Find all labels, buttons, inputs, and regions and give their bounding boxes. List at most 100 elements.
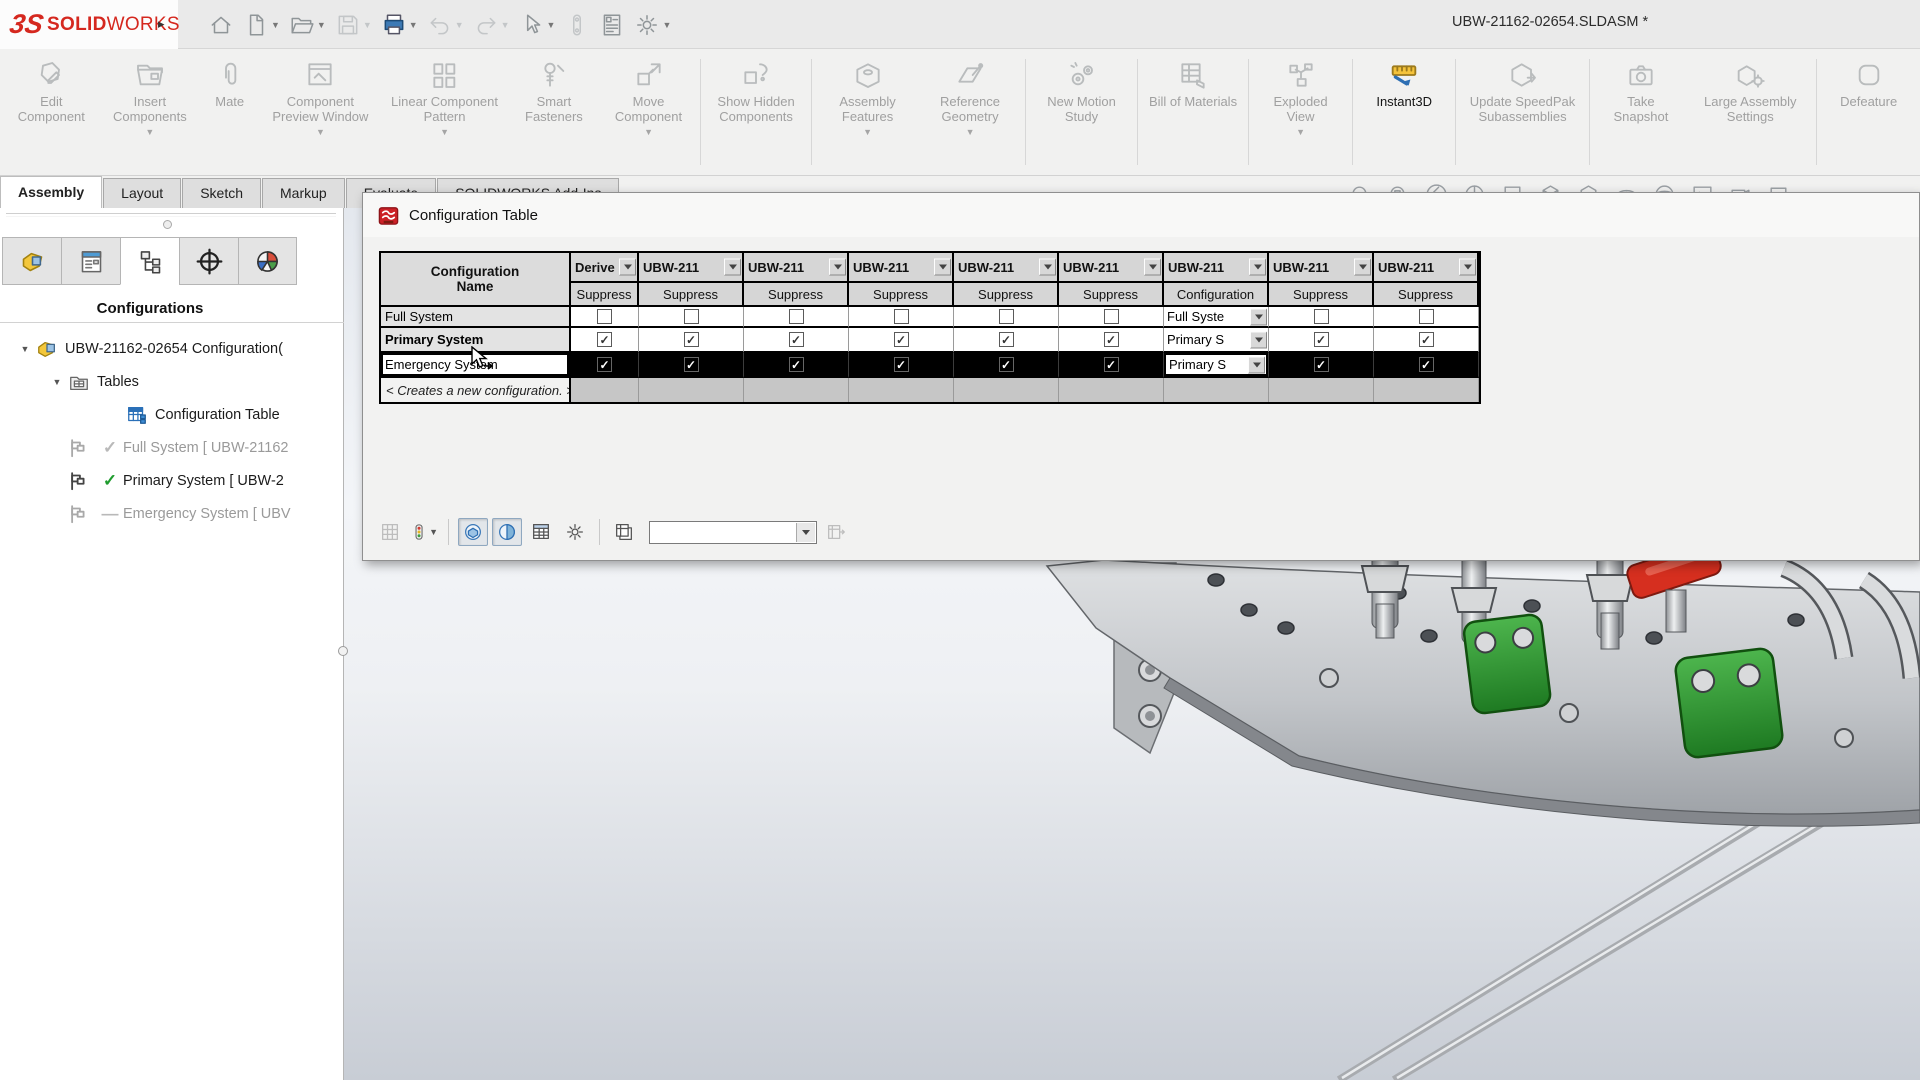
dropdown-arrow-icon[interactable]: ▼ xyxy=(317,20,326,30)
home-button[interactable] xyxy=(205,8,237,42)
suppress-checkbox[interactable]: ✓ xyxy=(597,357,612,372)
suppress-cell[interactable]: ✓ xyxy=(1269,353,1374,378)
suppress-checkbox[interactable] xyxy=(894,309,909,324)
panel-tab-property-manager[interactable] xyxy=(61,237,120,285)
config-name-cell-full-system[interactable]: Full System xyxy=(381,307,571,328)
dropdown-arrow-icon[interactable]: ▼ xyxy=(501,20,510,30)
dropdown-arrow-icon[interactable]: ▼ xyxy=(271,20,280,30)
suppress-checkbox[interactable] xyxy=(1104,309,1119,324)
panel-tab-configuration-manager[interactable] xyxy=(120,237,179,285)
dropdown-arrow-icon[interactable]: ▼ xyxy=(363,20,372,30)
suppress-cell[interactable]: ✓ xyxy=(1374,353,1479,378)
suppress-checkbox[interactable]: ✓ xyxy=(684,332,699,347)
config-dropdown-button[interactable] xyxy=(1248,356,1265,373)
expander-icon[interactable]: ▼ xyxy=(46,377,68,387)
move-component-button[interactable]: Move Component▼ xyxy=(601,57,696,137)
suppress-cell[interactable]: ✓ xyxy=(1269,328,1374,353)
select-cursor-button[interactable]: ▼ xyxy=(516,8,559,42)
tab-sketch[interactable]: Sketch xyxy=(182,178,261,208)
assembly-features-button[interactable]: Assembly Features▼ xyxy=(816,57,918,137)
panel-tab-dimxpert[interactable] xyxy=(179,237,238,285)
suppress-cell[interactable]: ✓ xyxy=(744,328,849,353)
suppress-checkbox[interactable] xyxy=(684,309,699,324)
show-configurations-button[interactable] xyxy=(458,518,488,546)
insert-components-button[interactable]: Insert Components▼ xyxy=(99,57,201,137)
column-header-5[interactable]: UBW-211 xyxy=(1059,253,1164,283)
config-dropdown-button[interactable] xyxy=(1250,331,1267,348)
update-speedpak-subassemblies-button[interactable]: Update SpeedPak Subassemblies xyxy=(1460,57,1584,124)
column-dropdown-button[interactable] xyxy=(934,259,951,276)
suppress-cell[interactable]: ✓ xyxy=(639,353,744,378)
column-header-0[interactable]: Derive xyxy=(571,253,639,283)
flyout-arrow-icon[interactable]: ▼ xyxy=(1296,127,1305,137)
flyout-arrow-icon[interactable]: ▼ xyxy=(316,127,325,137)
flyout-arrow-icon[interactable]: ▼ xyxy=(440,127,449,137)
column-dropdown-button[interactable] xyxy=(829,259,846,276)
suppress-cell[interactable]: ✓ xyxy=(1059,328,1164,353)
suppress-cell[interactable]: ✓ xyxy=(571,328,639,353)
column-header-8[interactable]: UBW-211 xyxy=(1374,253,1479,283)
tree-item-configuration-table[interactable]: Configuration Table xyxy=(0,398,344,431)
tree-item-full-system-ubw-21162[interactable]: ✓Full System [ UBW-21162 xyxy=(0,431,344,464)
dropdown-arrow-icon[interactable]: ▼ xyxy=(409,20,418,30)
dropdown-arrow-icon[interactable]: ▼ xyxy=(547,20,556,30)
dropdown-arrow-icon[interactable]: ▼ xyxy=(662,20,671,30)
suppress-checkbox[interactable]: ✓ xyxy=(894,357,909,372)
show-display-states-button[interactable] xyxy=(492,518,522,546)
suppress-checkbox[interactable]: ✓ xyxy=(1104,332,1119,347)
take-snapshot-button[interactable]: Take Snapshot xyxy=(1594,57,1689,124)
new-motion-study-button[interactable]: New Motion Study xyxy=(1030,57,1132,124)
panel-splitter-knob[interactable] xyxy=(163,220,172,229)
options-gear-button[interactable]: ▼ xyxy=(631,8,674,42)
suppress-cell[interactable]: ✓ xyxy=(954,353,1059,378)
flyout-arrow-icon[interactable]: ▼ xyxy=(966,127,975,137)
update-table-button[interactable] xyxy=(821,518,851,546)
suppress-checkbox[interactable]: ✓ xyxy=(999,357,1014,372)
suppress-checkbox[interactable] xyxy=(597,309,612,324)
save-button[interactable]: ▼ xyxy=(332,8,375,42)
suppress-cell[interactable]: ✓ xyxy=(954,328,1059,353)
suppress-checkbox[interactable]: ✓ xyxy=(789,357,804,372)
dropdown-arrow-icon[interactable]: ▼ xyxy=(429,527,438,537)
suppress-checkbox[interactable]: ✓ xyxy=(789,332,804,347)
expander-icon[interactable]: ▼ xyxy=(14,344,36,354)
suppress-cell[interactable]: ✓ xyxy=(744,353,849,378)
open-button[interactable]: ▼ xyxy=(286,8,329,42)
show-hidden-components-button[interactable]: Show Hidden Components xyxy=(705,57,807,124)
column-dropdown-button[interactable] xyxy=(1039,259,1056,276)
suppress-cell[interactable] xyxy=(639,307,744,328)
tree-item-tables[interactable]: ▼Tables xyxy=(0,365,344,398)
suppress-checkbox[interactable] xyxy=(1314,309,1329,324)
tree-item-ubw-21162-02654-configuration[interactable]: ▼UBW-21162-02654 Configuration( xyxy=(0,332,344,365)
file-properties-button[interactable] xyxy=(596,8,628,42)
suppress-cell[interactable]: ✓ xyxy=(849,328,954,353)
linear-component-pattern-button[interactable]: Linear Component Pattern▼ xyxy=(382,57,506,137)
suppress-checkbox[interactable] xyxy=(999,309,1014,324)
reference-geometry-button[interactable]: Reference Geometry▼ xyxy=(919,57,1021,137)
suppress-cell[interactable] xyxy=(744,307,849,328)
suppress-cell[interactable] xyxy=(571,307,639,328)
exploded-view-button[interactable]: Exploded View▼ xyxy=(1253,57,1348,137)
suppress-checkbox[interactable]: ✓ xyxy=(1419,332,1434,347)
tab-markup[interactable]: Markup xyxy=(262,178,345,208)
suppress-cell[interactable]: ✓ xyxy=(571,353,639,378)
redo-button[interactable]: ▼ xyxy=(470,8,513,42)
suppress-cell[interactable] xyxy=(849,307,954,328)
suppress-checkbox[interactable]: ✓ xyxy=(597,332,612,347)
traffic-light-button[interactable]: ▼ xyxy=(409,518,439,546)
edit-component-button[interactable]: Edit Component xyxy=(4,57,99,124)
column-dropdown-button[interactable] xyxy=(724,259,741,276)
suppress-checkbox[interactable] xyxy=(789,309,804,324)
flyout-arrow-icon[interactable]: ▼ xyxy=(644,127,653,137)
new-document-button[interactable]: ▼ xyxy=(240,8,283,42)
column-header-2[interactable]: UBW-211 xyxy=(744,253,849,283)
suppress-checkbox[interactable]: ✓ xyxy=(1104,357,1119,372)
column-header-1[interactable]: UBW-211 xyxy=(639,253,744,283)
column-dropdown-button[interactable] xyxy=(1144,259,1161,276)
combobox-arrow-icon[interactable] xyxy=(796,523,815,542)
bill-of-materials-button[interactable]: Bill of Materials xyxy=(1142,57,1244,109)
suppress-checkbox[interactable] xyxy=(1419,309,1434,324)
copy-table-button[interactable] xyxy=(609,518,639,546)
column-header-7[interactable]: UBW-211 xyxy=(1269,253,1374,283)
suppress-checkbox[interactable]: ✓ xyxy=(1314,357,1329,372)
